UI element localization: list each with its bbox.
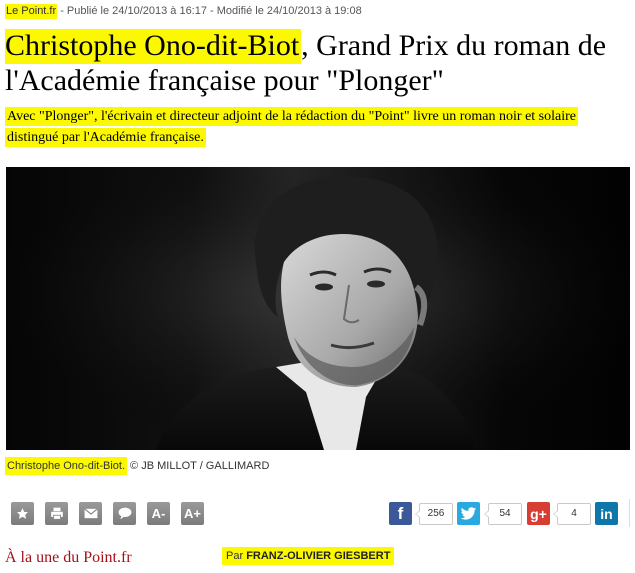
caption-credit: © JB MILLOT / GALLIMARD bbox=[127, 460, 270, 472]
byline-prefix: Par bbox=[226, 550, 247, 562]
linkedin-icon: in bbox=[600, 505, 613, 522]
decrease-font-icon: A- bbox=[151, 506, 166, 521]
star-icon bbox=[17, 508, 28, 519]
toolbar-divider bbox=[629, 499, 630, 527]
caption-name: Christophe Ono-dit-Biot. bbox=[5, 457, 127, 475]
increase-font-button[interactable]: A+ bbox=[181, 502, 204, 525]
author-link[interactable]: FRANZ-OLIVIER GIESBERT bbox=[246, 550, 390, 562]
byline: Par FRANZ-OLIVIER GIESBERT bbox=[222, 547, 395, 565]
email-icon bbox=[83, 508, 98, 519]
article-headline: Christophe Ono-dit-Biot, Grand Prix du r… bbox=[5, 28, 635, 98]
facebook-share-button[interactable]: f bbox=[389, 502, 412, 525]
favorite-button[interactable] bbox=[11, 502, 34, 525]
lead-text: Avec "Plonger", l'écrivain et directeur … bbox=[5, 107, 578, 147]
googleplus-share-count: 4 bbox=[553, 503, 591, 525]
source-link[interactable]: Le Point.fr bbox=[5, 4, 58, 19]
decrease-font-button[interactable]: A- bbox=[147, 502, 170, 525]
googleplus-share-button[interactable]: g+ bbox=[527, 502, 550, 525]
googleplus-icon: g+ bbox=[530, 505, 547, 522]
email-button[interactable] bbox=[79, 502, 102, 525]
print-button[interactable] bbox=[45, 502, 68, 525]
article-lead: Avec "Plonger", l'écrivain et directeur … bbox=[5, 106, 630, 148]
photo-caption: Christophe Ono-dit-Biot. © JB MILLOT / G… bbox=[5, 457, 270, 475]
portrait-image bbox=[6, 167, 630, 450]
twitter-icon bbox=[460, 506, 477, 520]
facebook-icon: f bbox=[397, 503, 404, 523]
front-page-link[interactable]: À la une du Point.fr bbox=[5, 549, 132, 567]
twitter-share-count: 54 bbox=[484, 503, 522, 525]
facebook-share-count: 256 bbox=[415, 503, 453, 525]
comment-button[interactable] bbox=[113, 502, 136, 525]
linkedin-share-button[interactable]: in bbox=[595, 502, 618, 525]
article-meta: Le Point.fr - Publié le 24/10/2013 à 16:… bbox=[5, 4, 362, 19]
comment-icon bbox=[118, 507, 131, 520]
publish-dates: - Publié le 24/10/2013 à 16:17 - Modifié… bbox=[57, 5, 362, 17]
print-icon bbox=[50, 507, 63, 520]
article-photo bbox=[6, 167, 630, 450]
headline-highlight: Christophe Ono-dit-Biot bbox=[5, 29, 302, 64]
increase-font-icon: A+ bbox=[184, 506, 201, 521]
twitter-share-button[interactable] bbox=[457, 502, 480, 525]
article-page: Le Point.fr - Publié le 24/10/2013 à 16:… bbox=[0, 0, 635, 573]
